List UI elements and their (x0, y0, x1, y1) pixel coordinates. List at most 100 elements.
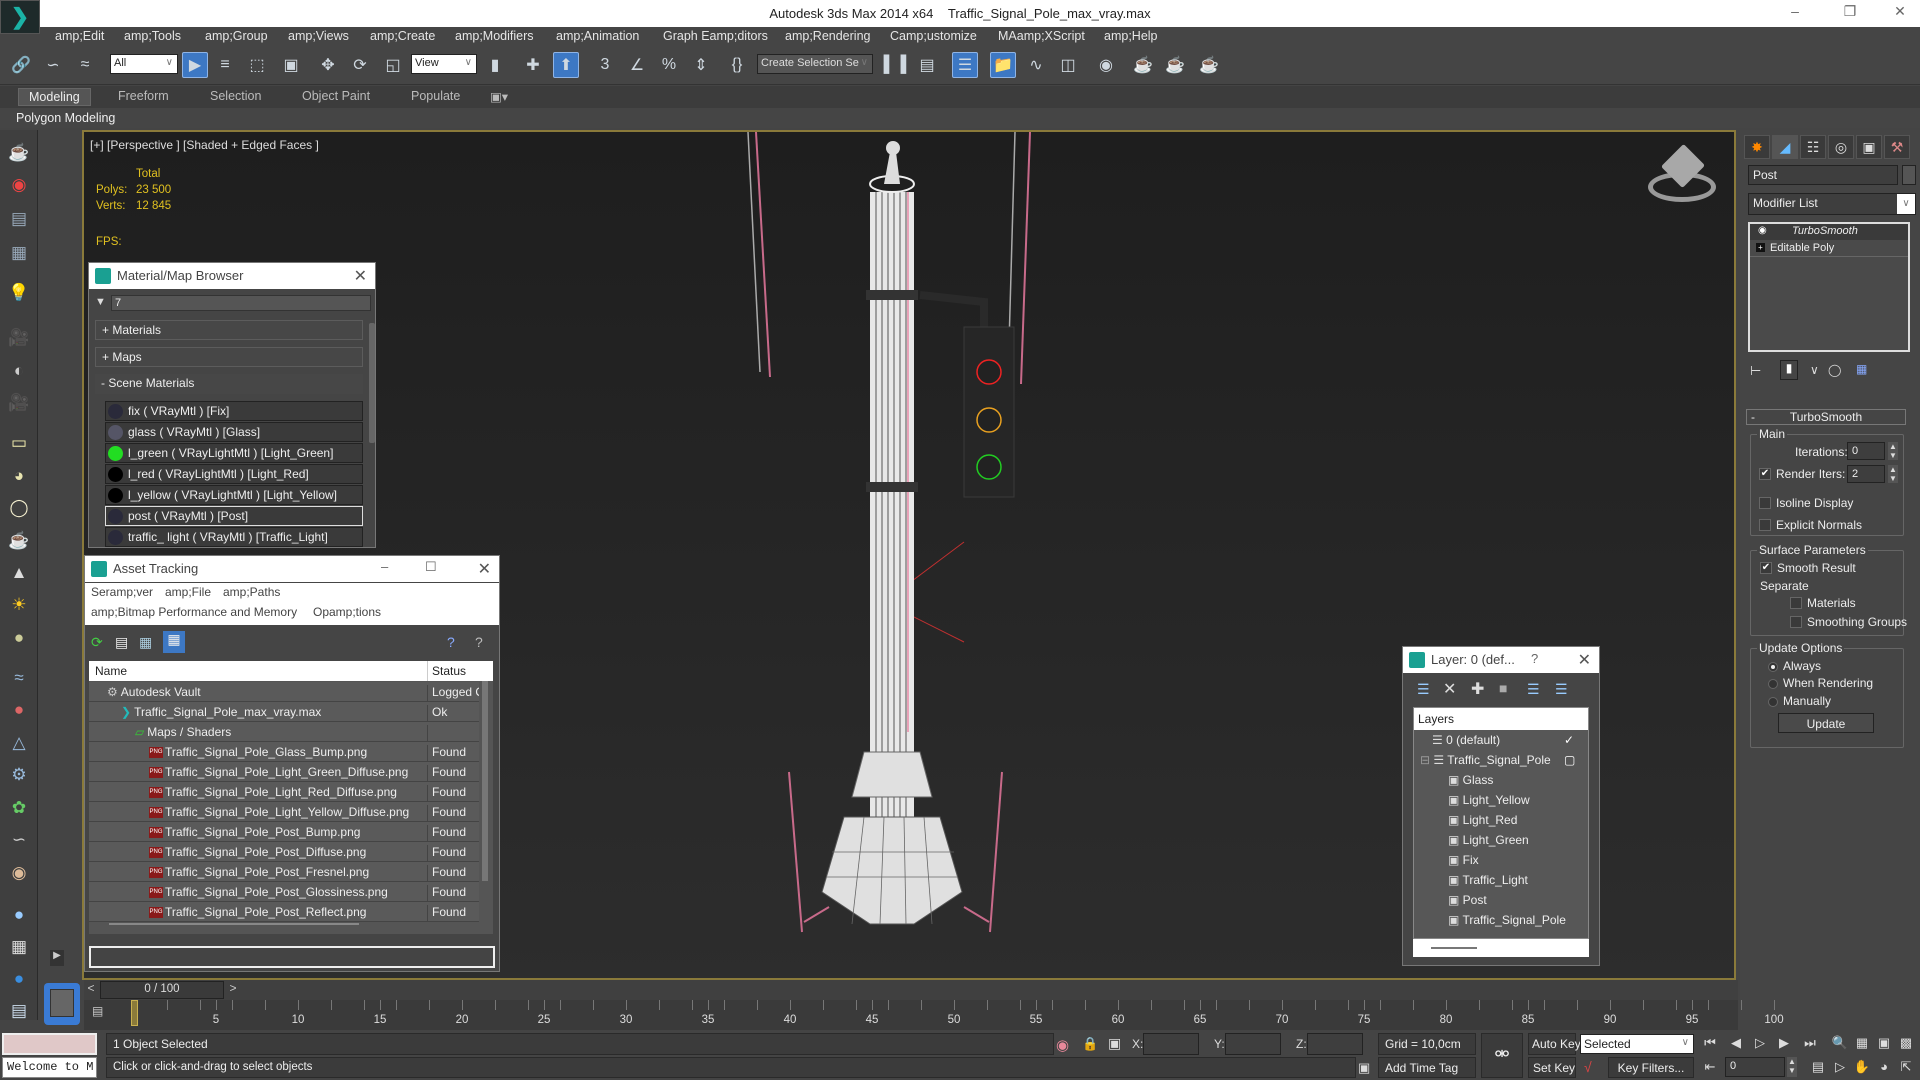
close-icon[interactable]: ✕ (478, 559, 491, 579)
material-item[interactable]: glass ( VRayMtl ) [Glass] (105, 422, 363, 442)
physical-camera-icon[interactable]: 🎥 (6, 390, 32, 416)
expand-toolbar-button[interactable]: ▶ (50, 950, 64, 966)
menu-options[interactable]: Opamp;tions (313, 605, 381, 619)
maps-section[interactable]: + Maps (95, 347, 363, 367)
menu-file[interactable]: amp;File (165, 585, 211, 599)
render-iters-checkbox[interactable]: ✔ (1759, 468, 1771, 480)
delete-layer-icon[interactable]: ✕ (1443, 679, 1456, 699)
menu-graph-editors[interactable]: Graph Eamp;ditors (663, 29, 768, 43)
window-crossing-icon[interactable]: ▣ (278, 52, 304, 78)
table-row[interactable]: PNG Traffic_Signal_Pole_Post_Reflect.png F… (89, 902, 479, 922)
iterations-spinner[interactable]: ▲ ▼ (1888, 442, 1898, 460)
close-button[interactable]: ✕ (1885, 3, 1915, 23)
dome-light-icon[interactable]: ◕ (6, 463, 32, 489)
isolate-selection-icon[interactable]: ◉ (1056, 1036, 1069, 1054)
menu-animation[interactable]: amp;Animation (556, 29, 639, 43)
fur-icon[interactable]: ≈ (6, 665, 32, 691)
update-button[interactable]: Update (1778, 713, 1874, 733)
expand-icon[interactable]: + (1756, 243, 1765, 252)
rectangular-selection-icon[interactable]: ⬚ (244, 52, 270, 78)
key-mode-dropdown[interactable]: Selected ∨ (1580, 1034, 1694, 1054)
tab-freeform[interactable]: Freeform (118, 89, 169, 103)
material-item[interactable]: post ( VRayMtl ) [Post] (105, 506, 363, 526)
field-of-view-icon[interactable]: ▷ (1830, 1057, 1850, 1077)
turbosmooth-rollout-header[interactable]: - TurboSmooth (1746, 409, 1906, 425)
menu-maxscript[interactable]: MAamp;XScript (998, 29, 1085, 43)
isoline-display-checkbox[interactable] (1759, 497, 1771, 509)
set-key-button[interactable]: Set Key (1528, 1057, 1576, 1078)
minimize-icon[interactable]: – (381, 559, 388, 574)
tab-object-paint[interactable]: Object Paint (302, 89, 370, 103)
menu-tools[interactable]: amp;Tools (124, 29, 181, 43)
plane-light-icon[interactable]: ▭ (6, 430, 32, 456)
sphere-select-icon[interactable]: ● (6, 966, 32, 992)
stack-item-editable-poly[interactable]: Editable Poly (1750, 241, 1908, 257)
stack-item-turbosmooth[interactable]: TurboSmooth (1750, 224, 1908, 240)
zoom-extents-all-icon[interactable]: ▩ (1896, 1033, 1916, 1053)
table-row[interactable]: PNG Traffic_Signal_Pole_Glass_Bump.png Fou… (89, 742, 479, 762)
tab-modeling[interactable]: Modeling (18, 88, 91, 106)
render-iters-spinner[interactable]: ▲ ▼ (1888, 465, 1898, 483)
layer-item[interactable]: ⊟ ☰ Traffic_Signal_Pole (1420, 753, 1551, 767)
select-by-name-icon[interactable]: ≡ (212, 52, 238, 78)
spinner-snap-icon[interactable]: ⇕ (688, 52, 714, 78)
material-item[interactable]: fix ( VRayMtl ) [Fix] (105, 401, 363, 421)
curve-editor-icon[interactable]: ∿ (1023, 52, 1049, 78)
material-item[interactable]: l_red ( VRayLightMtl ) [Light_Red] (105, 464, 363, 484)
table-row[interactable]: PNG Traffic_Signal_Pole_Light_Green_Diffu… (89, 762, 479, 782)
unlink-icon[interactable]: ∽ (40, 52, 66, 78)
help-icon[interactable]: ? (1531, 651, 1538, 666)
pin-stack-icon[interactable]: ⊢ (1750, 363, 1761, 379)
gear-icon[interactable]: ⚙ (6, 762, 32, 788)
maxscript-listener-output[interactable] (2, 1033, 97, 1055)
maxscript-listener-input[interactable]: Welcome to M (2, 1057, 97, 1078)
table-row[interactable]: ⚙Autodesk Vault Logged Out (89, 682, 479, 702)
table-row[interactable]: PNG Traffic_Signal_Pole_Post_Diffuse.png F… (89, 842, 479, 862)
menu-help[interactable]: amp;Help (1104, 29, 1158, 43)
grid-panel-icon[interactable]: ▦ (6, 240, 32, 266)
layer-item[interactable]: ▣ Fix (1448, 853, 1479, 867)
asset-path-field[interactable] (89, 946, 495, 968)
table-row[interactable]: PNG Traffic_Signal_Pole_Light_Red_Diffuse… (89, 782, 479, 802)
material-browser-scrollbar[interactable] (369, 323, 375, 443)
layer-explorer-titlebar[interactable]: Layer: 0 (def... ? ✕ (1403, 647, 1599, 673)
close-icon[interactable]: ✕ (354, 266, 367, 286)
time-slider[interactable]: < 0 / 100 > (84, 980, 1738, 1000)
smooth-result-checkbox[interactable]: ✔ (1760, 562, 1772, 574)
viewcube[interactable] (1644, 142, 1720, 210)
asset-table-scrollbar[interactable] (482, 681, 488, 881)
menu-edit[interactable]: amp;Edit (55, 29, 104, 43)
ribbon-options-icon[interactable]: ▣▾ (490, 89, 508, 104)
plant-icon[interactable]: ✿ (6, 795, 32, 821)
list-view-icon[interactable]: ▤ (115, 634, 128, 651)
object-name-field[interactable]: Post (1748, 165, 1898, 185)
time-tag-icon[interactable]: ▣ (1358, 1060, 1370, 1076)
go-to-start-icon[interactable]: ⏮ (1700, 1033, 1720, 1053)
add-to-layer-icon[interactable]: ✚ (1471, 679, 1484, 699)
material-editor-icon[interactable]: ◉ (1093, 52, 1119, 78)
keyboard-shortcut-override-icon[interactable]: ⬆ (553, 52, 579, 78)
select-layer-icon[interactable]: ☰ (1555, 681, 1568, 698)
table-view-icon[interactable]: ▦ (163, 631, 185, 653)
remove-modifier-icon[interactable]: ◯ (1828, 363, 1841, 377)
menu-create[interactable]: amp;Create (370, 29, 435, 43)
layer-item[interactable]: ▣ Light_Red (1448, 813, 1517, 827)
bind-space-warp-icon[interactable]: ≈ (72, 52, 98, 78)
curve-editor-mini-icon[interactable]: ▤ (92, 1004, 103, 1018)
material-search-input[interactable]: 7 (111, 295, 371, 311)
material-item[interactable]: l_yellow ( VRayLightMtl ) [Light_Yellow] (105, 485, 363, 505)
align-icon[interactable]: ▤ (914, 52, 940, 78)
table-row[interactable]: PNG Traffic_Signal_Pole_Light_Yellow_Diff… (89, 802, 479, 822)
column-status[interactable]: Status (427, 661, 470, 681)
sphere-icon[interactable]: ◉ (6, 860, 32, 886)
mesh-light-icon[interactable]: ☕ (6, 528, 32, 554)
key-tangent-icon[interactable]: √ (1584, 1059, 1592, 1075)
next-frame-button-icon[interactable]: ▶ (1774, 1033, 1794, 1053)
utilities-tab-icon[interactable]: ⚒ (1884, 135, 1910, 159)
menu-views[interactable]: amp;Views (288, 29, 349, 43)
select-manipulate-icon[interactable]: ✚ (520, 52, 546, 78)
go-to-end-icon[interactable]: ⏭ (1800, 1033, 1820, 1053)
camera-icon[interactable]: 🎥 (6, 325, 32, 351)
next-frame-icon[interactable]: > (226, 981, 240, 999)
orbit-icon[interactable]: ◕ (1874, 1057, 1894, 1077)
